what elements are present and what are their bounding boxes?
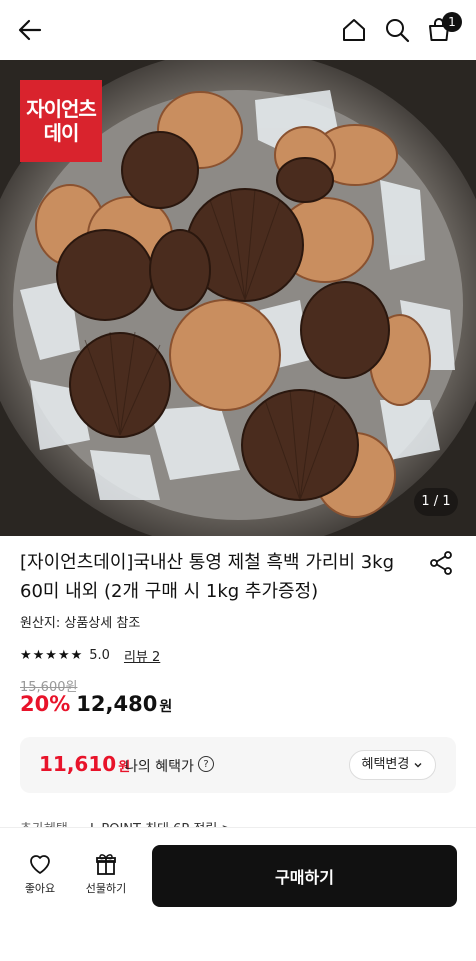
rating-score: 5.0 — [89, 647, 110, 663]
benefit-label: 나의 혜택가 — [125, 759, 194, 775]
back-arrow-icon[interactable] — [16, 16, 44, 44]
heart-icon — [30, 855, 50, 874]
brand-logo: 자이언츠 데이 — [20, 80, 102, 162]
origin-info: 원산지: 상품상세 참조 — [20, 616, 141, 631]
gift-button[interactable]: 선물하기 — [78, 852, 134, 896]
share-icon[interactable] — [428, 550, 454, 576]
top-bar: 1 — [0, 0, 476, 60]
discount-rate: 20% — [20, 692, 71, 716]
info-icon[interactable]: ? — [198, 756, 214, 772]
price-row: 20% 12,480 원 — [20, 692, 172, 716]
rating-stars: ★★★★★ — [20, 647, 84, 663]
benefit-price: 11,610 원 — [39, 752, 131, 776]
rating-row: ★★★★★ 5.0 리뷰 2 — [20, 645, 160, 665]
home-icon[interactable] — [340, 16, 368, 44]
benefit-box: 11,610 원 나의 혜택가 ? 혜택변경 — [20, 737, 456, 793]
price-currency: 원 — [159, 699, 173, 715]
product-title: [자이언츠데이]국내산 통영 제철 흑백 가리비 3kg 60미 내외 (2개 … — [20, 552, 395, 602]
gift-label: 선물하기 — [85, 882, 127, 895]
bottom-action-bar: 좋아요 선물하기 구매하기 — [0, 827, 476, 961]
chevron-down-icon — [414, 762, 422, 767]
gift-icon — [96, 854, 116, 875]
search-icon[interactable] — [383, 16, 411, 44]
benefit-change-button[interactable]: 혜택변경 — [349, 750, 436, 780]
benefit-change-label: 혜택변경 — [361, 757, 410, 772]
cart-count-badge: 1 — [442, 12, 462, 32]
like-button[interactable]: 좋아요 — [12, 852, 68, 896]
review-link[interactable]: 리뷰 2 — [124, 646, 160, 665]
like-label: 좋아요 — [24, 882, 56, 895]
image-counter: 1 / 1 — [414, 488, 458, 516]
buy-button[interactable]: 구매하기 — [152, 845, 457, 907]
sale-price: 12,480 — [76, 692, 158, 716]
